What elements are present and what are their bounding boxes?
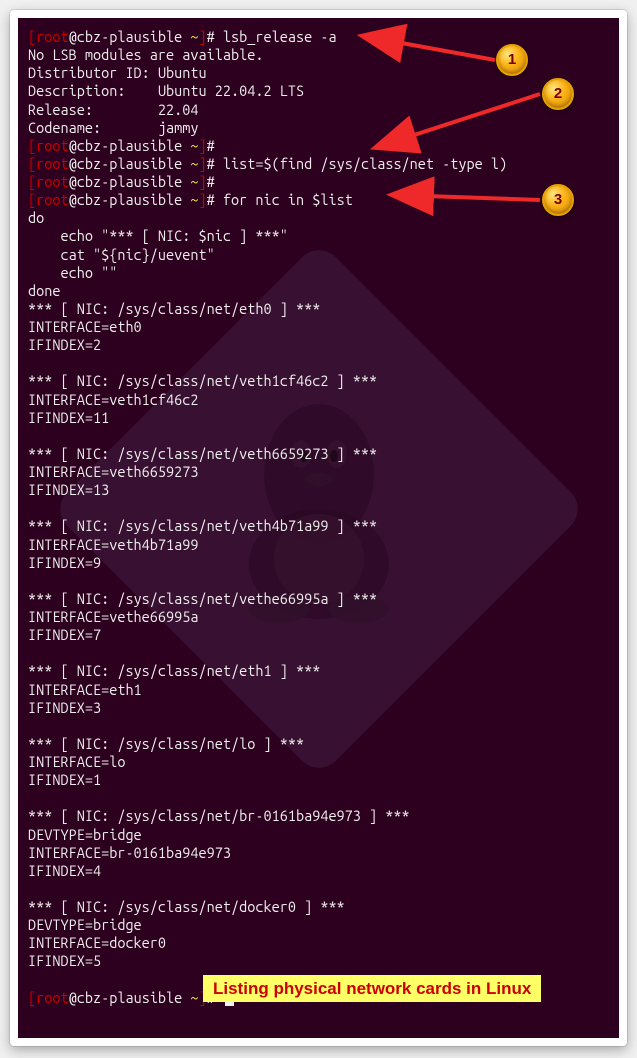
terminal-content: [root@cbz-plausible ~]# lsb_release -a N… xyxy=(28,28,609,1007)
lsb-no-modules: No LSB modules are available. xyxy=(28,46,263,63)
command-2: list=$(find /sys/class/net -type l) xyxy=(223,155,507,172)
loop-do: do xyxy=(28,209,44,226)
loop-echo-header: echo "*** [ NIC: $nic ] ***" xyxy=(28,227,288,244)
prompt-host: cbz-plausible xyxy=(77,28,183,45)
nic-output-block: *** [ NIC: /sys/class/net/eth0 ] *** INT… xyxy=(28,300,410,970)
prompt-path: ~ xyxy=(190,28,198,45)
loop-cat: cat "${nic}/uevent" xyxy=(28,246,215,263)
loop-echo-blank: echo "" xyxy=(28,264,117,281)
lsb-distributor-label: Distributor ID: xyxy=(28,64,150,81)
lsb-codename-value: jammy xyxy=(158,119,199,136)
lsb-description-value: Ubuntu 22.04.2 LTS xyxy=(158,82,304,99)
badge-1: 1 xyxy=(496,44,528,76)
badge-2: 2 xyxy=(542,78,574,110)
caption-text: Listing physical network cards in Linux xyxy=(213,979,531,998)
lsb-release-value: 22.04 xyxy=(158,101,199,118)
lsb-description-label: Description: xyxy=(28,82,125,99)
lsb-codename-label: Codename: xyxy=(28,119,101,136)
caption-box: Listing physical network cards in Linux xyxy=(203,975,541,1002)
command-3: for nic in $list xyxy=(223,191,353,208)
terminal-body[interactable]: [root@cbz-plausible ~]# lsb_release -a N… xyxy=(18,18,619,1038)
lsb-distributor-value: Ubuntu xyxy=(158,64,207,81)
lsb-release-label: Release: xyxy=(28,101,93,118)
terminal-window: [root@cbz-plausible ~]# lsb_release -a N… xyxy=(10,10,627,1046)
command-1: lsb_release -a xyxy=(223,28,337,45)
prompt-user: root xyxy=(36,28,68,45)
badge-3: 3 xyxy=(542,184,574,216)
prompt-suffix: # xyxy=(207,28,215,45)
loop-done: done xyxy=(28,282,60,299)
